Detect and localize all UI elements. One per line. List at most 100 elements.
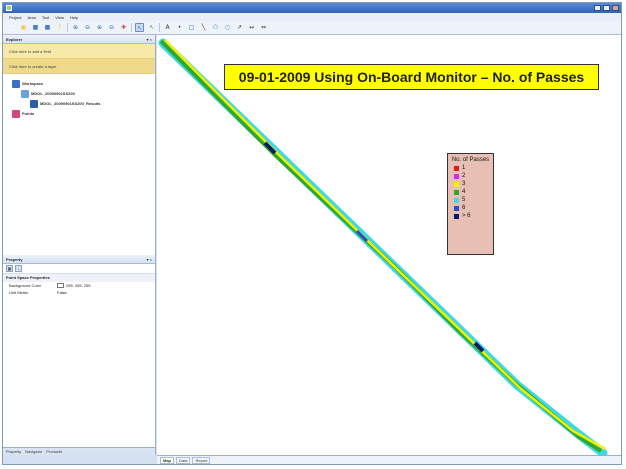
- close-icon[interactable]: [612, 5, 619, 11]
- pan-icon[interactable]: ✚: [119, 23, 128, 32]
- pass-map: [158, 38, 608, 455]
- layer-icon: [30, 100, 38, 108]
- menu-bar: Project Area Tool View Help: [3, 13, 621, 21]
- explorer-title: Explorer: [6, 37, 23, 42]
- legend-color-swatch: [454, 173, 459, 179]
- line-icon[interactable]: ╲: [199, 23, 208, 32]
- title-bar[interactable]: [3, 3, 621, 13]
- save-as-icon[interactable]: ■: [43, 23, 52, 32]
- menu-help[interactable]: Help: [70, 15, 78, 20]
- measure-icon[interactable]: ↔: [247, 23, 256, 32]
- minimize-icon[interactable]: [594, 5, 601, 11]
- legend-label: 1: [462, 164, 466, 171]
- toolbar-separator: [131, 23, 132, 32]
- property-key: Unit Metric: [9, 290, 29, 295]
- select-icon[interactable]: ↖: [135, 23, 144, 32]
- task-add-field[interactable]: Click here to add a field: [3, 44, 155, 59]
- scale-icon[interactable]: ⇔: [259, 23, 268, 32]
- view-tabs: Map Data Report: [157, 455, 621, 464]
- map-title: 09-01-2009 Using On-Board Monitor – No. …: [224, 64, 599, 90]
- tab-data[interactable]: Data: [176, 456, 191, 464]
- save-icon[interactable]: ■: [31, 23, 40, 32]
- new-icon[interactable]: □: [7, 23, 16, 32]
- polygon-icon[interactable]: ⬠: [211, 23, 220, 32]
- legend-color-swatch: [454, 165, 459, 171]
- tree-node[interactable]: Workspace: [3, 79, 155, 89]
- left-panel-tabs: Property Navigator Products: [3, 447, 155, 455]
- tree-node-label: Workspace: [22, 81, 44, 86]
- open-icon[interactable]: ▣: [19, 23, 28, 32]
- alphabetical-icon[interactable]: ↓: [15, 265, 22, 272]
- property-header: Property ▾ ×: [3, 255, 155, 264]
- zoom-in-icon[interactable]: ⊕: [71, 23, 80, 32]
- pass-track-yellow: [164, 39, 606, 451]
- legend-label: 2: [462, 172, 466, 179]
- legend-label: > 6: [462, 212, 471, 219]
- dataset-icon: [21, 90, 29, 98]
- help-icon[interactable]: ?: [55, 23, 64, 32]
- property-row[interactable]: Unit Metric False: [3, 289, 155, 296]
- explorer-header: Explorer ▾ ×: [3, 35, 155, 44]
- app-window: Project Area Tool View Help □ ▣ ■ ■? ⊕ ⊖ ⊕ ⊖ ✚ ↖ ↖…: [2, 2, 622, 465]
- tree-node[interactable]: Points: [3, 109, 155, 119]
- tab-map[interactable]: Map: [160, 456, 174, 464]
- legend-title: No. of Passes: [451, 157, 490, 163]
- tree-node-label: Points: [22, 111, 35, 116]
- legend-color-swatch: [454, 189, 459, 195]
- tree-node[interactable]: MDOL_20090901SS200_Results: [3, 99, 155, 109]
- tree-node[interactable]: MDOL_20090901SS200: [3, 89, 155, 99]
- map-view[interactable]: 09-01-2009 Using On-Board Monitor – No. …: [157, 35, 621, 455]
- tab-property[interactable]: Property: [6, 448, 21, 455]
- points-icon: [12, 110, 20, 118]
- panel-controls-icon[interactable]: ▾ ×: [147, 35, 152, 44]
- toolbar-separator: [159, 23, 160, 32]
- task-create-layer[interactable]: Click here to create a layer: [3, 59, 155, 74]
- rectangle-icon[interactable]: □: [187, 23, 196, 32]
- menu-project[interactable]: Project: [9, 15, 21, 20]
- app-icon: [6, 5, 12, 11]
- zoom-in-icon[interactable]: ⊕: [95, 23, 104, 32]
- zoom-out-icon[interactable]: ⊖: [83, 23, 92, 32]
- zoom-out-icon[interactable]: ⊖: [107, 23, 116, 32]
- property-value: 255, 255, 255: [66, 283, 91, 288]
- legend-item: > 6: [448, 212, 493, 220]
- menu-tool[interactable]: Tool: [42, 15, 49, 20]
- menu-area[interactable]: Area: [27, 15, 35, 20]
- tab-products[interactable]: Products: [46, 448, 62, 455]
- legend-item: 6: [448, 204, 493, 212]
- tab-report[interactable]: Report: [192, 456, 211, 464]
- legend-label: 5: [462, 196, 466, 203]
- legend-color-swatch: [454, 213, 459, 219]
- legend-color-swatch: [454, 197, 459, 203]
- legend-item: 5: [448, 196, 493, 204]
- legend-item: 4: [448, 188, 493, 196]
- toolbar: □ ▣ ■ ■? ⊕ ⊖ ⊕ ⊖ ✚ ↖ ↖ A • □ ╲ ⬠ ○ ↗ ↔ ⇔: [3, 21, 621, 35]
- legend-label: 6: [462, 204, 466, 211]
- property-toolbar: ▦ ↓: [3, 264, 155, 274]
- tree-node-label: MDOL_20090901SS200: [31, 91, 75, 96]
- ellipse-icon[interactable]: ○: [223, 23, 232, 32]
- text-icon[interactable]: A: [163, 23, 172, 32]
- tab-navigator[interactable]: Navigator: [25, 448, 42, 455]
- property-section: Point Space Properties: [3, 274, 155, 282]
- arrow-icon[interactable]: ↗: [235, 23, 244, 32]
- property-title: Property: [6, 257, 23, 262]
- toolbar-separator: [67, 23, 68, 32]
- maximize-icon[interactable]: [603, 5, 610, 11]
- legend-label: 3: [462, 180, 466, 187]
- left-panel: Explorer ▾ × Click here to add a field C…: [3, 35, 156, 455]
- color-swatch[interactable]: [57, 283, 64, 288]
- panel-controls-icon[interactable]: ▾ ×: [147, 255, 152, 264]
- property-key: Background Color: [9, 283, 42, 288]
- property-value: False: [57, 290, 67, 295]
- legend-item: 2: [448, 172, 493, 180]
- menu-view[interactable]: View: [55, 15, 64, 20]
- tree-node-label: MDOL_20090901SS200_Results: [40, 101, 101, 106]
- workspace-icon: [12, 80, 20, 88]
- point-icon[interactable]: •: [175, 23, 184, 32]
- legend-item: 1: [448, 164, 493, 172]
- property-row[interactable]: Background Color 255, 255, 255: [3, 282, 155, 289]
- pointer-icon[interactable]: ↖: [147, 23, 156, 32]
- categorized-icon[interactable]: ▦: [6, 265, 13, 272]
- legend-label: 4: [462, 188, 466, 195]
